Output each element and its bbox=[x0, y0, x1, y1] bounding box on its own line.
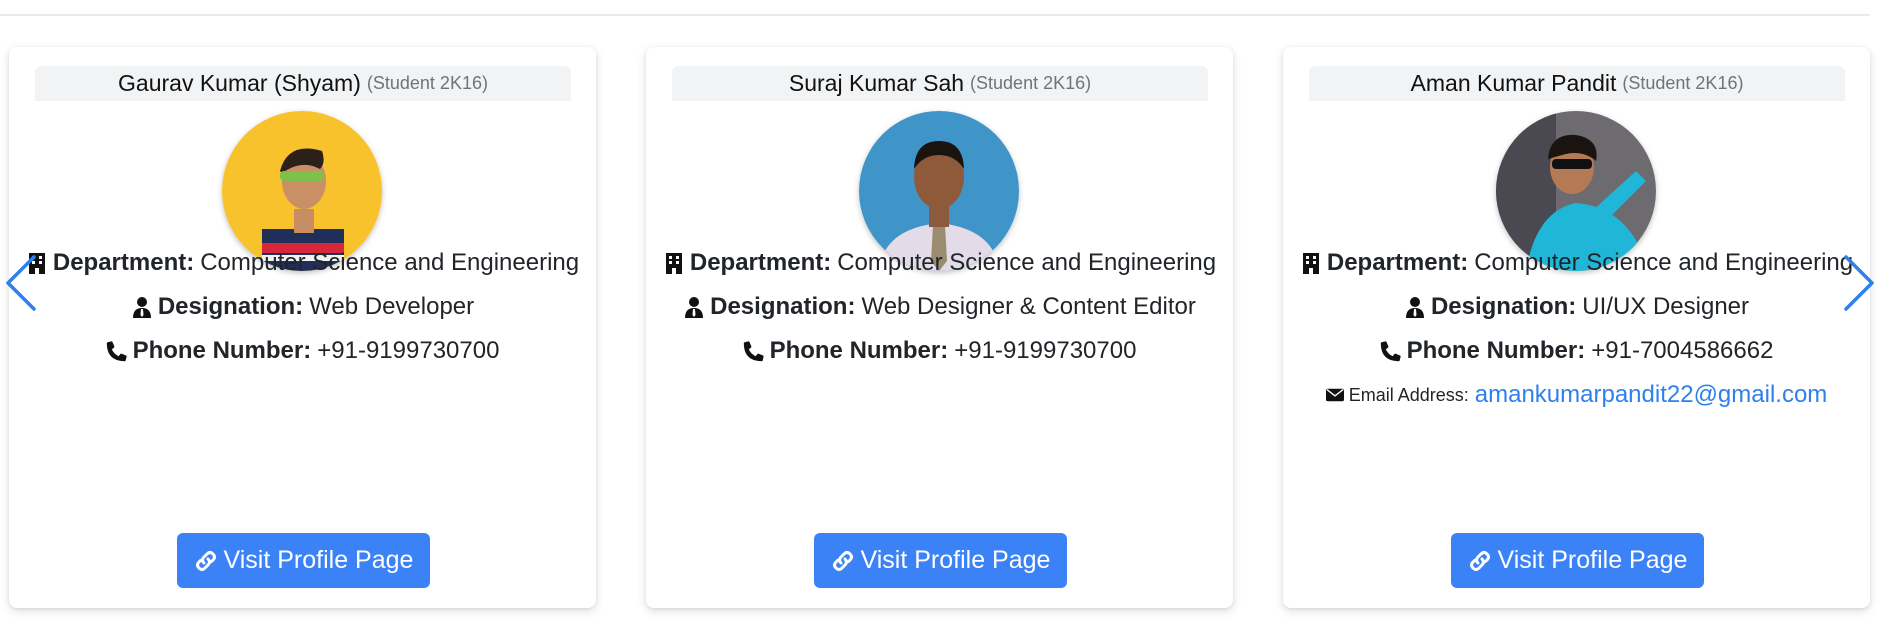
profile-card: Suraj Kumar Sah (Student 2K16) Departmen… bbox=[646, 47, 1233, 608]
card-details: Department: Computer Science and Enginee… bbox=[646, 241, 1233, 373]
phone-label: Phone Number: bbox=[769, 337, 949, 364]
designation-label: Designation: bbox=[157, 293, 304, 320]
phone-icon bbox=[106, 341, 127, 362]
designation-row: Designation: UI/UX Designer bbox=[1283, 285, 1870, 329]
email-row: Email Address: amankumarpandit22@gmail.c… bbox=[1283, 373, 1870, 417]
designation-value: Web Designer & Content Editor bbox=[861, 293, 1196, 320]
designation-row: Designation: Web Developer bbox=[9, 285, 596, 329]
phone-value: +91-9199730700 bbox=[954, 337, 1137, 364]
phone-icon bbox=[743, 341, 764, 362]
department-row: Department: Computer Science and Enginee… bbox=[1283, 241, 1870, 285]
member-name: Aman Kumar Pandit bbox=[1410, 70, 1617, 96]
card-header: Aman Kumar Pandit (Student 2K16) bbox=[1309, 66, 1845, 101]
phone-value: +91-9199730700 bbox=[317, 337, 500, 364]
department-value: Computer Science and Engineering bbox=[837, 249, 1217, 276]
designation-label: Designation: bbox=[1430, 293, 1577, 320]
card-header: Gaurav Kumar (Shyam) (Student 2K16) bbox=[35, 66, 571, 101]
visit-profile-button[interactable]: Visit Profile Page bbox=[177, 533, 430, 588]
link-icon bbox=[832, 550, 853, 571]
email-label: Email Address: bbox=[1348, 384, 1469, 405]
phone-row: Phone Number: +91-9199730700 bbox=[9, 329, 596, 373]
designation-value: UI/UX Designer bbox=[1582, 293, 1750, 320]
email-link[interactable]: amankumarpandit22@gmail.com bbox=[1475, 381, 1828, 409]
phone-row: Phone Number: +91-7004586662 bbox=[1283, 329, 1870, 373]
member-tag: (Student 2K16) bbox=[970, 73, 1092, 93]
card-details: Department: Computer Science and Enginee… bbox=[1283, 241, 1870, 417]
button-label: Visit Profile Page bbox=[860, 546, 1051, 574]
department-row: Department: Computer Science and Enginee… bbox=[9, 241, 596, 285]
button-label: Visit Profile Page bbox=[223, 546, 414, 574]
envelope-icon bbox=[1325, 388, 1344, 402]
phone-icon bbox=[1380, 341, 1401, 362]
team-carousel: Gaurav Kumar (Shyam) (Student 2K16) Depa… bbox=[0, 0, 1884, 622]
user-tie-icon bbox=[132, 297, 151, 318]
member-name: Suraj Kumar Sah bbox=[788, 70, 965, 96]
designation-label: Designation: bbox=[710, 293, 856, 320]
building-icon bbox=[665, 253, 682, 274]
chevron-right-icon[interactable] bbox=[1842, 253, 1878, 313]
department-label: Department: bbox=[1326, 249, 1469, 276]
link-icon bbox=[195, 550, 216, 571]
department-row: Department: Computer Science and Enginee… bbox=[646, 241, 1233, 285]
profile-card: Gaurav Kumar (Shyam) (Student 2K16) Depa… bbox=[9, 47, 596, 608]
visit-profile-button[interactable]: Visit Profile Page bbox=[1451, 533, 1704, 588]
card-header: Suraj Kumar Sah (Student 2K16) bbox=[672, 66, 1208, 101]
user-tie-icon bbox=[1405, 297, 1424, 318]
department-value: Computer Science and Engineering bbox=[200, 249, 580, 276]
profile-card: Aman Kumar Pandit (Student 2K16) Departm… bbox=[1283, 47, 1870, 608]
designation-row: Designation: Web Designer & Content Edit… bbox=[646, 285, 1233, 329]
member-name: Gaurav Kumar (Shyam) bbox=[118, 70, 361, 96]
phone-value: +91-7004586662 bbox=[1591, 337, 1774, 364]
button-label: Visit Profile Page bbox=[1497, 546, 1688, 574]
designation-value: Web Developer bbox=[309, 293, 475, 320]
phone-label: Phone Number: bbox=[132, 337, 312, 364]
department-label: Department: bbox=[52, 249, 195, 276]
member-tag: (Student 2K16) bbox=[366, 73, 488, 93]
visit-profile-button[interactable]: Visit Profile Page bbox=[814, 533, 1067, 588]
link-icon bbox=[1469, 550, 1490, 571]
card-details: Department: Computer Science and Enginee… bbox=[9, 241, 596, 373]
department-label: Department: bbox=[689, 249, 832, 276]
department-value: Computer Science and Engineering bbox=[1474, 249, 1854, 276]
chevron-left-icon[interactable] bbox=[2, 253, 38, 313]
building-icon bbox=[1302, 253, 1319, 274]
phone-label: Phone Number: bbox=[1406, 337, 1586, 364]
phone-row: Phone Number: +91-9199730700 bbox=[646, 329, 1233, 373]
user-tie-icon bbox=[685, 297, 704, 318]
member-tag: (Student 2K16) bbox=[1622, 73, 1744, 93]
